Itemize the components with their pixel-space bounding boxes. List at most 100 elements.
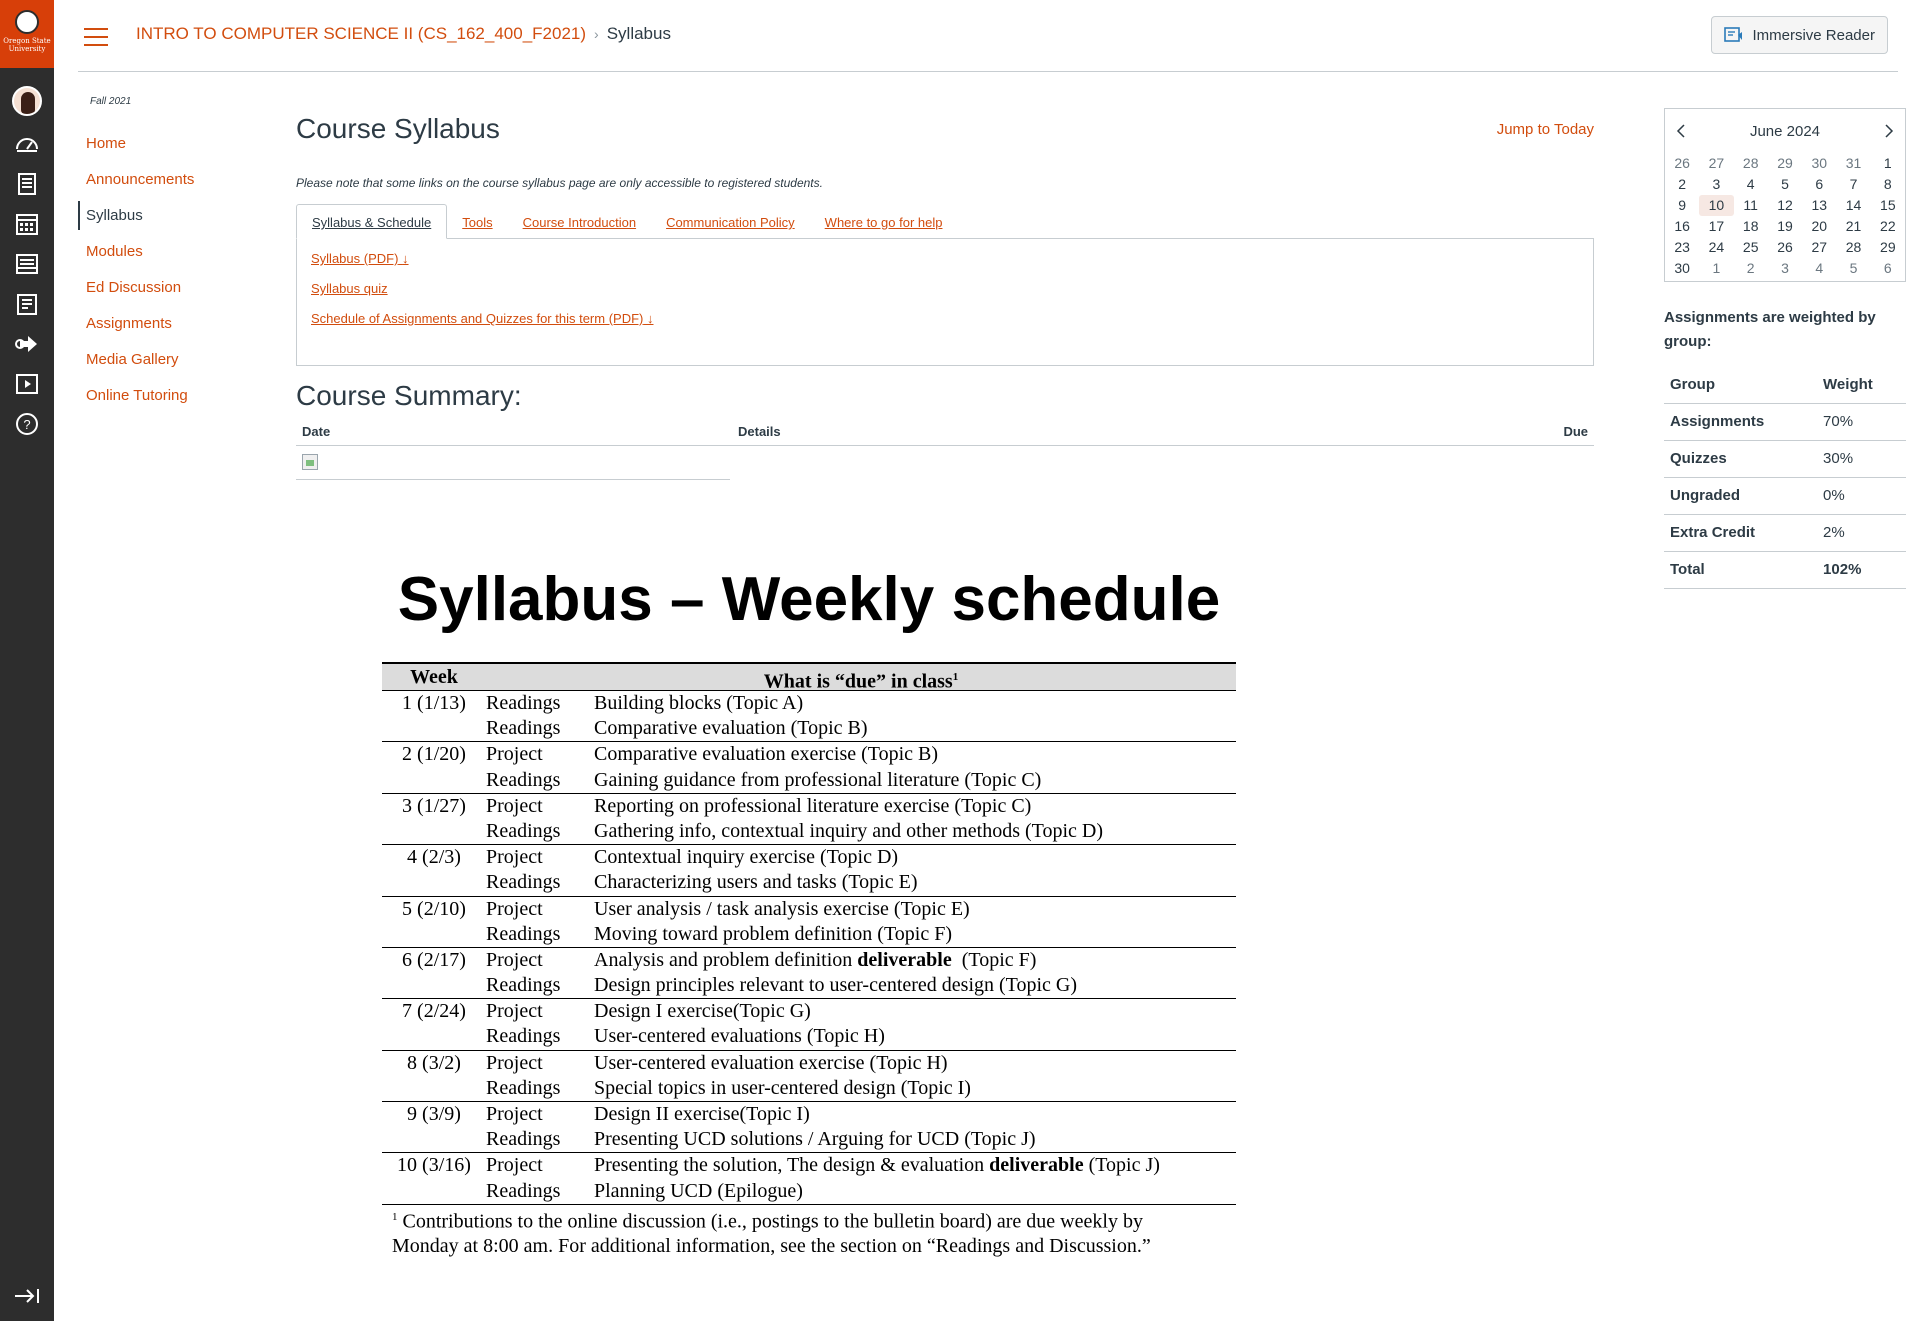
immersive-reader-icon [1724,27,1743,42]
right-sidebar: June 2024 26 27 28 29 30 31 1 2 3 4 5 6 7 8 9 10 11 12 13 1… [1664,108,1906,589]
schedule-description-text: (Topic J) [1083,1154,1160,1177]
schedule-description: Design II exercise(Topic I) [594,1103,810,1125]
calendar-day[interactable]: 25 [1734,237,1768,258]
tab-tools[interactable]: Tools [447,205,507,238]
schedule-line: 10 (3/16) Project Presenting the solution,… [382,1153,1236,1178]
calendar-day[interactable]: 26 [1768,237,1802,258]
calendar-day[interactable]: 28 [1734,153,1768,174]
schedule-description: Special topics in user-centered design (… [594,1076,971,1099]
calendar-day[interactable]: 5 [1768,174,1802,195]
calendar-day[interactable]: 17 [1699,216,1733,237]
calendar-day[interactable]: 5 [1836,258,1870,279]
tab-syllabus-schedule[interactable]: Syllabus & Schedule [296,204,448,239]
syllabus-quiz-link[interactable]: Syllabus quiz [311,281,1579,296]
schedule-pdf-link[interactable]: Schedule of Assignments and Quizzes for … [311,311,1579,326]
calendar-day[interactable]: 27 [1802,237,1836,258]
calendar-icon[interactable] [0,204,54,244]
course-nav-syllabus[interactable]: Syllabus [78,201,258,230]
calendar-day[interactable]: 26 [1665,153,1699,174]
calendar-day[interactable]: 30 [1802,153,1836,174]
calendar-day[interactable]: 7 [1836,174,1870,195]
schedule-description-bold: deliverable [857,948,952,971]
chevron-left-icon[interactable] [1675,124,1689,138]
calendar-day[interactable]: 14 [1836,195,1870,216]
calendar-day[interactable]: 29 [1871,237,1905,258]
schedule-week-row: 3 (1/27) Project Reporting on professional… [382,794,1236,846]
tab-communication-policy[interactable]: Communication Policy [651,205,810,238]
calendar-day[interactable]: 2 [1734,258,1768,279]
schedule-line: 4 (2/3) Project Contextual inquiry exercis… [382,845,1236,870]
calendar-day[interactable]: 6 [1871,258,1905,279]
schedule-description-bold: deliverable [989,1154,1084,1177]
breadcrumb-course-link[interactable]: INTRO TO COMPUTER SCIENCE II (CS_162_400… [136,24,586,44]
schedule-week: 9 (3/9) [407,1103,461,1125]
inbox-icon[interactable] [0,244,54,284]
calendar-day[interactable]: 3 [1699,174,1733,195]
calendar-day[interactable]: 18 [1734,216,1768,237]
calendar-day[interactable]: 19 [1768,216,1802,237]
course-nav-announcements[interactable]: Announcements [78,165,258,194]
schedule-week [382,973,486,998]
calendar-day[interactable]: 28 [1836,237,1870,258]
schedule-type: Readings [486,871,561,894]
summary-row [296,446,730,480]
breadcrumb: INTRO TO COMPUTER SCIENCE II (CS_162_400… [136,24,671,44]
calendar-day[interactable]: 23 [1665,237,1699,258]
calendar-day[interactable]: 13 [1802,195,1836,216]
calendar-day[interactable]: 21 [1836,216,1870,237]
schedule-line: Readings Design principles relevant to us… [382,973,1236,998]
course-nav-ed-discussion[interactable]: Ed Discussion [78,273,258,302]
calendar-day[interactable]: 6 [1802,174,1836,195]
course-nav-home[interactable]: Home [78,129,258,158]
course-nav-assignments[interactable]: Assignments [78,309,258,338]
university-logo[interactable]: Oregon State University [0,0,54,68]
calendar-day[interactable]: 2 [1665,174,1699,195]
jump-to-today-link[interactable]: Jump to Today [1497,121,1594,138]
calendar-day[interactable]: 29 [1768,153,1802,174]
calendar-day[interactable]: 12 [1768,195,1802,216]
history-icon[interactable] [0,284,54,324]
calendar-day[interactable]: 8 [1871,174,1905,195]
calendar-day[interactable]: 9 [1665,195,1699,216]
tab-where-to-go-for-help[interactable]: Where to go for help [810,205,958,238]
chevron-right-icon: › [594,26,599,42]
calendar-day[interactable]: 4 [1802,258,1836,279]
calendar-day[interactable]: 16 [1665,216,1699,237]
schedule-line: Readings Characterizing users and tasks (… [382,870,1236,895]
course-nav-modules[interactable]: Modules [78,237,258,266]
university-seal-icon [15,10,39,34]
calendar-day[interactable]: 11 [1734,195,1768,216]
calendar-day[interactable]: 27 [1699,153,1733,174]
collapse-nav-icon[interactable] [0,1281,54,1311]
account-avatar [12,86,42,116]
calendar-day[interactable]: 4 [1734,174,1768,195]
immersive-reader-button[interactable]: Immersive Reader [1711,16,1888,54]
schedule-type: Project [486,1103,543,1125]
calendar-day[interactable]: 3 [1768,258,1802,279]
tab-course-introduction[interactable]: Course Introduction [508,205,651,238]
schedule-description: User-centered evaluations (Topic H) [594,1025,885,1048]
hamburger-menu-icon[interactable] [84,28,108,46]
calendar-day[interactable]: 30 [1665,258,1699,279]
account-nav[interactable] [0,78,54,124]
calendar-day[interactable]: 22 [1871,216,1905,237]
calendar-day[interactable]: 1 [1699,258,1733,279]
syllabus-pdf-link[interactable]: Syllabus (PDF) ↓ [311,251,1579,266]
studio-icon[interactable] [0,364,54,404]
help-icon[interactable]: ? [0,404,54,444]
calendar-day[interactable]: 15 [1871,195,1905,216]
calendar-day[interactable]: 31 [1836,153,1870,174]
calendar-day-today[interactable]: 10 [1699,195,1734,216]
chevron-right-icon[interactable] [1881,124,1895,138]
course-nav-online-tutoring[interactable]: Online Tutoring [78,381,258,410]
dashboard-icon[interactable] [0,124,54,164]
summary-col-due: Due [1563,424,1588,439]
schedule-type: Readings [486,1076,561,1099]
calendar-day[interactable]: 20 [1802,216,1836,237]
schedule-type: Readings [486,819,561,842]
courses-icon[interactable] [0,164,54,204]
calendar-day[interactable]: 24 [1699,237,1733,258]
calendar-day[interactable]: 1 [1871,153,1905,174]
course-nav-media-gallery[interactable]: Media Gallery [78,345,258,374]
commons-icon[interactable] [0,324,54,364]
